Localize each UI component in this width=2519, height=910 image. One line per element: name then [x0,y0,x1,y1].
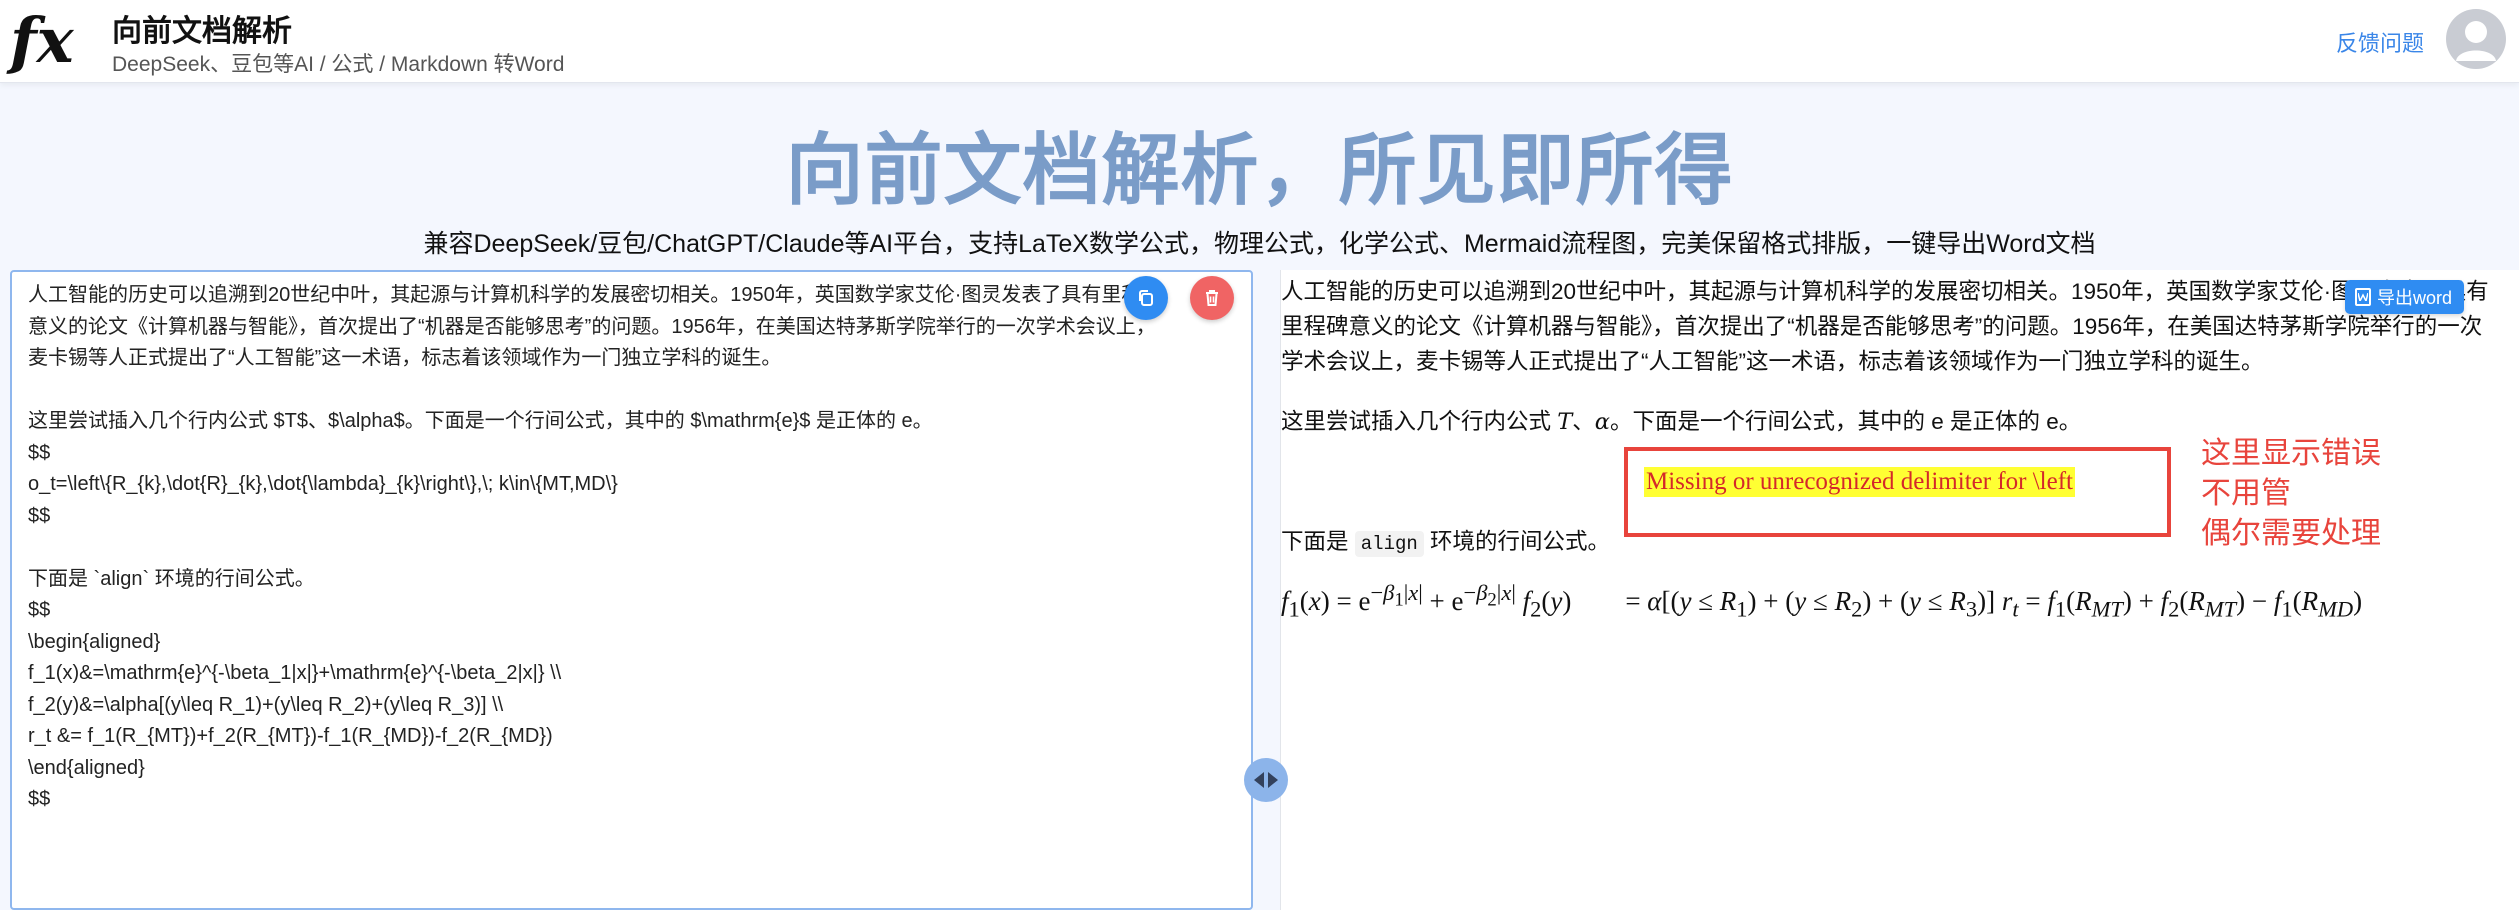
copy-button[interactable] [1124,276,1168,320]
text-segment: 这里尝试插入几个行内公式 [1281,409,1558,434]
annotation-line: 偶尔需要处理 [2201,517,2381,550]
text-segment: 、 [1572,409,1595,434]
annotation-line: 不用管 [2201,477,2291,510]
delete-button[interactable] [1190,276,1234,320]
pane-resize-handle[interactable] [1244,758,1288,802]
copy-icon [1139,290,1153,306]
fx-logo-icon[interactable]: fx [6,2,94,78]
resize-arrows-icon [1254,772,1278,788]
hero-subtitle: 兼容DeepSeek/豆包/ChatGPT/Claude等AI平台，支持LaTe… [423,230,2096,258]
inline-code: align [1354,531,1424,557]
preview-pane: 人工智能的历史可以追溯到20世纪中叶，其起源与计算机科学的发展密切相关。1950… [1280,270,2519,910]
app-title: 向前文档解析 [112,15,292,48]
avatar-icon [2456,21,2496,61]
inline-math-alpha: α [1594,409,1610,435]
export-word-button[interactable]: 导出word [2345,280,2465,314]
avatar[interactable] [2446,9,2506,69]
rendered-align-equation: f1(x) = e−β1|x| + e−β2|x| f2(y) = α[(y ≤… [1281,580,2363,622]
error-highlight-box: Missing or unrecognized delimiter for \l… [1624,447,2171,537]
hero-title: 向前文档解析，所见即所得 [785,126,1734,214]
trash-icon [1206,290,1218,306]
preview-align-paragraph: 下面是 align 环境的行间公式。 [1281,524,1611,557]
app-subtitle: DeepSeek、豆包等AI / 公式 / Markdown 转Word [112,53,565,76]
text-segment: 环境的行间公式。 [1423,529,1611,554]
text-segment: 。下面是一个行间公式，其中的 e 是正体的 e。 [1610,409,2082,434]
katex-error-message: Missing or unrecognized delimiter for \l… [1644,467,2075,497]
editor-content[interactable]: 人工智能的历史可以追溯到20世纪中叶，其起源与计算机科学的发展密切相关。1950… [28,280,1228,816]
markdown-editor[interactable]: 人工智能的历史可以追溯到20世纪中叶，其起源与计算机科学的发展密切相关。1950… [10,270,1253,910]
error-annotation: 这里显示错误 不用管 偶尔需要处理 [2201,434,2381,554]
export-word-label: 导出word [2377,288,2453,308]
inline-math-t: T [1557,409,1573,435]
text-segment: 下面是 [1281,529,1355,554]
feedback-link[interactable]: 反馈问题 [2336,26,2424,58]
preview-paragraph: 人工智能的历史可以追溯到20世纪中叶，其起源与计算机科学的发展密切相关。1950… [1281,279,2489,374]
preview-inline-math-paragraph: 这里尝试插入几个行内公式 T、α。下面是一个行间公式，其中的 e 是正体的 e。 [1281,404,2081,436]
svg-text:fx: fx [6,4,75,77]
annotation-line: 这里显示错误 [2201,437,2381,470]
app-header: fx 向前文档解析 DeepSeek、豆包等AI / 公式 / Markdown… [0,0,2519,83]
word-doc-icon [2355,288,2371,306]
